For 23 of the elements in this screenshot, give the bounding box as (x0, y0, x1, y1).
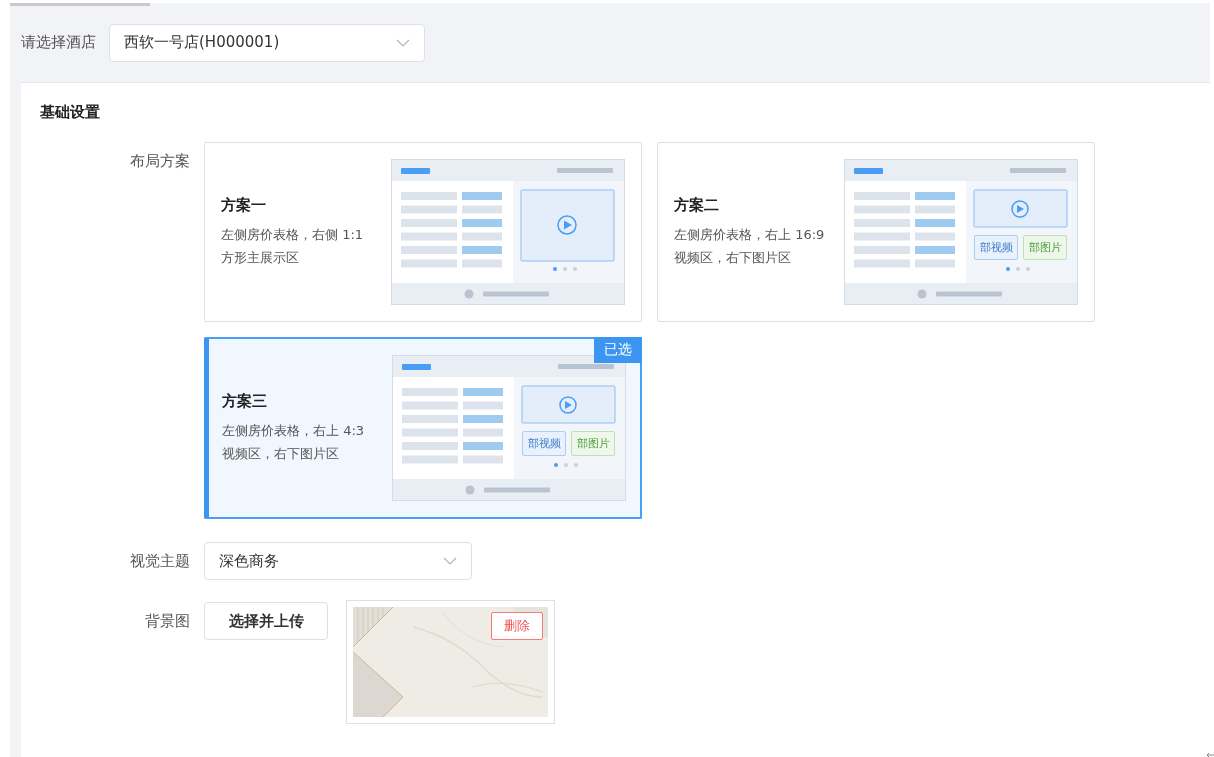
field-label: 视觉主题 (129, 551, 191, 572)
selected-badge: 已选 (594, 337, 642, 363)
video-tile: 部视频 (522, 431, 566, 456)
layout-option-card[interactable]: 已选 方案三 左侧房价表格，右上 4:3 视频区，右下图片区 部视频 部图片 (204, 337, 642, 519)
delete-button[interactable]: 删除 (491, 612, 543, 640)
layout-option-card[interactable]: 方案一 左侧房价表格，右侧 1:1 方形主展示区 (204, 142, 642, 322)
option-title: 方案三 (222, 391, 268, 411)
video-tile: 部视频 (974, 235, 1018, 260)
section-title: 基础设置 (40, 103, 101, 122)
hotel-select[interactable]: 西软一号店(H000001) (109, 23, 425, 62)
field-label: 布局方案 (129, 151, 191, 172)
option-title: 方案二 (674, 195, 720, 215)
field-label: 请选择酒店 (21, 33, 96, 52)
option-title: 方案一 (221, 195, 267, 215)
image-tile: 部图片 (571, 431, 615, 456)
option-description: 左侧房价表格，右上 4:3 视频区，右下图片区 (222, 421, 366, 463)
layout-option-card[interactable]: 方案二 左侧房价表格，右上 16:9 视频区，右下图片区 部视频 部图片 (657, 142, 1095, 322)
option-description: 左侧房价表格，右上 16:9 视频区，右下图片区 (674, 225, 826, 267)
theme-select[interactable]: 深色商务 (204, 542, 472, 580)
upload-button[interactable]: 选择并上传 (204, 602, 328, 640)
image-tile: 部图片 (1023, 235, 1067, 260)
option-description: 左侧房价表格，右侧 1:1 方形主展示区 (221, 225, 365, 267)
field-label: 背景图 (144, 611, 191, 632)
